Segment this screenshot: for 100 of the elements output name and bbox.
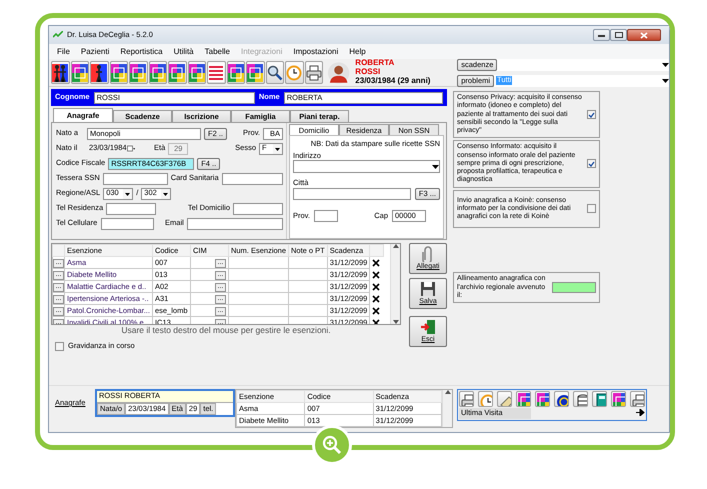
printer-icon [306, 64, 322, 82]
caret-icon [123, 188, 132, 198]
tiles-icon [247, 64, 264, 82]
patient-last-name: ROSSI [355, 68, 382, 77]
menu-item[interactable]: Impostazioni [293, 46, 338, 56]
tiles-icon [169, 64, 186, 82]
tiles-icon [518, 392, 530, 406]
avatar-icon [327, 60, 350, 84]
caret-icon [161, 188, 170, 198]
toolbar-button[interactable] [516, 391, 531, 407]
scroll-up-icon [444, 390, 450, 394]
check-icon [588, 160, 595, 167]
toolbar-button[interactable] [630, 391, 645, 407]
scroll-down-icon [392, 320, 398, 324]
floppy-icon [420, 280, 436, 297]
toolbar-button[interactable] [70, 61, 89, 84]
check-icon [588, 112, 595, 118]
menu-item[interactable]: Tabelle [204, 46, 230, 56]
clock-icon [286, 64, 302, 82]
maximize-button[interactable] [610, 29, 627, 41]
patient-birth-date: 23/03/1984 (29 anni) [355, 76, 432, 86]
coin-icon [556, 392, 568, 406]
toolbar-button[interactable] [51, 61, 70, 84]
city-field[interactable] [293, 188, 411, 200]
tiles-icon [72, 64, 88, 82]
toolbar-button[interactable] [611, 391, 626, 407]
checkbox[interactable] [587, 159, 596, 168]
vertical-scrollbar[interactable] [390, 244, 400, 324]
calculator-icon [594, 392, 606, 406]
tiles-icon [110, 64, 127, 82]
tiles-icon [150, 64, 166, 82]
toolbar-button[interactable] [304, 61, 323, 84]
exit-door-icon [420, 318, 436, 335]
calendar-icon [126, 145, 135, 152]
toolbar-button[interactable] [573, 391, 588, 407]
scroll-up-icon [392, 244, 398, 248]
delete-icon [372, 318, 380, 324]
caret-icon [662, 62, 669, 66]
checkbox[interactable] [55, 342, 64, 351]
toolbar-button[interactable] [592, 391, 607, 407]
phone-field[interactable] [233, 202, 283, 214]
health-card-field[interactable] [222, 172, 283, 184]
striped-icon [208, 64, 224, 82]
search-icon [266, 64, 283, 82]
hint-text: Usare il testo destro del mouse per gestire le esenzioni. [120, 326, 332, 336]
menu-item[interactable]: Help [349, 46, 366, 56]
checkbox[interactable] [587, 110, 596, 120]
menu-item[interactable]: Utilità [174, 46, 194, 56]
menu-item[interactable]: Reportistica [120, 46, 163, 56]
stack-icon [574, 392, 586, 406]
tiles-icon [612, 392, 624, 406]
close-icon [640, 32, 648, 38]
printer-icon [632, 392, 644, 406]
toolbar-button[interactable] [266, 61, 284, 84]
toolbar-button[interactable] [459, 391, 474, 407]
menu-item[interactable]: File [57, 46, 70, 56]
delete-icon [372, 282, 380, 291]
delete-icon [372, 258, 380, 267]
caret-icon [273, 144, 282, 154]
toolbar-button[interactable] [226, 61, 245, 84]
delete-icon [372, 306, 380, 315]
tiles-icon [188, 64, 205, 82]
figures-icon [52, 64, 68, 82]
toolbar-button[interactable] [168, 61, 186, 84]
delete-icon [372, 270, 380, 279]
caret-icon [432, 164, 439, 169]
checkbox[interactable] [587, 204, 596, 214]
street-dropdown[interactable] [293, 160, 440, 174]
clock-icon [480, 392, 492, 406]
vertical-scrollbar[interactable] [442, 390, 452, 427]
mobile-phone-field[interactable] [101, 218, 154, 230]
alignment-date-field[interactable] [552, 282, 596, 294]
tiles-icon [228, 64, 244, 82]
minimize-icon [598, 34, 605, 36]
maximize-icon [614, 32, 622, 38]
email-field[interactable] [186, 218, 283, 230]
toolbar-button[interactable] [148, 61, 167, 84]
minimize-button[interactable] [593, 29, 610, 41]
toolbar-button[interactable] [554, 391, 569, 407]
delete-icon [372, 294, 380, 303]
figure-icon [91, 64, 108, 82]
patient-first-name: ROBERTA [355, 59, 396, 68]
arrow-right-icon [636, 409, 645, 416]
close-button[interactable] [627, 29, 661, 41]
phone-field[interactable] [106, 202, 156, 214]
tiles-icon [536, 392, 548, 406]
toolbar-button[interactable] [90, 61, 108, 84]
app-logo-icon [53, 31, 63, 39]
caret-icon [662, 78, 669, 82]
toolbar-button[interactable] [478, 391, 493, 407]
toolbar-button[interactable] [110, 61, 128, 84]
toolbar-button[interactable] [246, 61, 264, 84]
toolbar-button[interactable] [129, 61, 148, 84]
province-field[interactable] [314, 210, 338, 222]
toolbar-button[interactable] [535, 391, 550, 407]
ssn-card-field[interactable] [102, 172, 168, 184]
menu-item[interactable]: Pazienti [80, 46, 110, 56]
tiles-icon [130, 64, 146, 82]
zoom-in-icon [322, 435, 342, 455]
toolbar-button[interactable] [188, 61, 206, 84]
